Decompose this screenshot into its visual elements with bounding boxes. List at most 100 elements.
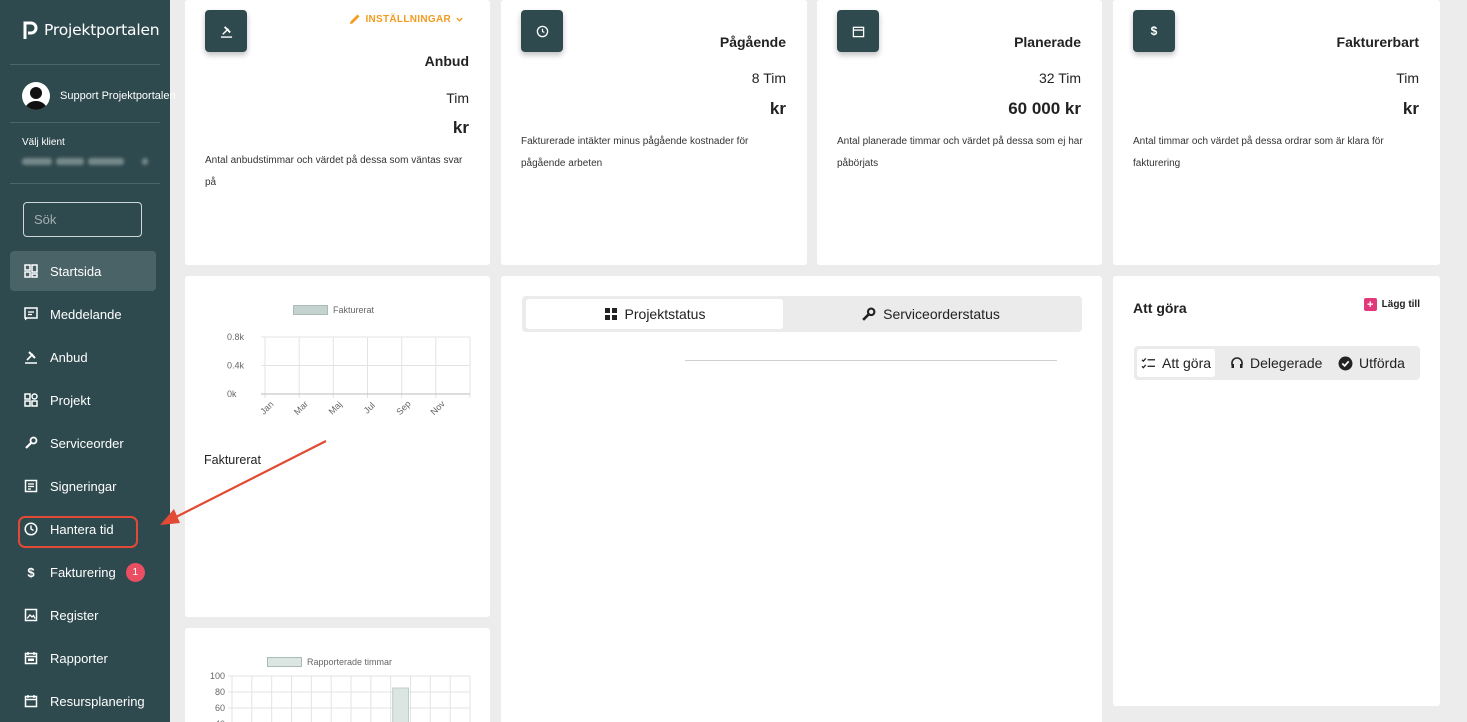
sidebar-nav: Startsida Meddelande Anbud Projekt Servi… [10,251,156,722]
chart-legend: Fakturerat [293,305,374,315]
stat-card-pagaende: Pågående 8 Tim kr Fakturerade intäkter m… [501,0,807,265]
tab-delegerade[interactable]: Delegerade [1226,349,1326,377]
todo-tabs: Att göra Delegerade Utförda [1134,346,1420,380]
tab-label: Serviceorderstatus [883,306,1000,322]
sidebar-item-startsida[interactable]: Startsida [10,251,156,291]
dollar-icon: $ [1133,10,1175,52]
sidebar-item-rapporter[interactable]: Rapporter [10,638,156,678]
image-icon [24,608,38,622]
notification-badge: 1 [125,562,145,582]
wrench-icon [862,307,876,321]
y-tick-label: 0k [227,389,237,399]
y-tick-label: 0.4k [227,361,245,371]
chart-label: Fakturerat [204,453,261,467]
legend-swatch [293,305,328,315]
sidebar-item-label: Anbud [50,349,88,365]
status-tabs: Projektstatus Serviceorderstatus [522,296,1082,332]
sidebar-item-signeringar[interactable]: Signeringar [10,466,156,506]
sidebar-item-register[interactable]: Register [10,595,156,635]
tab-label: Projektstatus [624,306,706,322]
headset-icon [1231,357,1243,368]
grid-icon [24,393,38,407]
calendar-icon [837,10,879,52]
dollar-icon: $ [27,564,35,580]
sidebar-item-label: Resursplanering [50,693,145,709]
settings-button[interactable]: INSTÄLLNINGAR [349,13,464,25]
sidebar-item-label: Startsida [50,263,102,279]
app-logo[interactable]: Projektportalen [22,20,160,40]
legend-label: Fakturerat [333,305,375,315]
hours-chart: 406080100 [210,671,471,722]
user-profile[interactable]: Support Projektportalen [22,82,176,110]
todo-title: Att göra [1133,300,1187,316]
card-title: Anbud [424,53,469,69]
check-circle-icon [1338,356,1353,370]
sidebar-item-projekt[interactable]: Projekt [10,380,156,420]
highlight-annotation [18,516,138,548]
tab-serviceorderstatus[interactable]: Serviceorderstatus [783,299,1078,329]
dashboard-icon [604,308,617,320]
tab-att-gora[interactable]: Att göra [1137,349,1216,377]
sidebar: Projektportalen Support Projektportalen … [0,0,176,722]
tab-label: Att göra [1162,355,1212,371]
tab-projektstatus[interactable]: Projektstatus [526,299,783,329]
tab-utforda[interactable]: Utförda [1334,349,1409,377]
chart-legend: Rapporterade timmar [267,657,392,667]
card-hours: 8 Tim [751,70,786,86]
hours-chart-card: Rapporterade timmar 406080100 [185,628,490,722]
pencil-icon [350,14,360,24]
sidebar-item-label: Projekt [50,392,91,408]
sidebar-item-serviceorder[interactable]: Serviceorder [10,423,156,463]
sidebar-item-anbud[interactable]: Anbud [10,337,156,377]
sidebar-item-meddelande[interactable]: Meddelande [10,294,156,334]
card-hours: Tim [446,90,469,106]
clock-icon [521,10,563,52]
x-tick-label: Nov [429,398,448,417]
y-tick-label: 80 [215,687,225,697]
card-amount: kr [452,118,469,137]
x-tick-label: Jan [258,399,275,416]
gavel-icon [24,350,38,364]
legend-swatch [267,657,302,667]
y-tick-label: 100 [210,671,225,681]
plus-icon: + [1363,298,1377,311]
y-tick-label: 60 [215,703,225,713]
sidebar-item-label: Fakturering [50,564,116,580]
user-name: Support Projektportalen [60,90,176,102]
sidebar-item-label: Serviceorder [50,435,124,451]
calendar-icon [24,651,38,665]
card-hours: 32 Tim [1038,70,1081,86]
sidebar-item-fakturering[interactable]: $ Fakturering 1 [10,552,156,592]
card-description: Antal anbudstimmar och värdet på dessa s… [205,155,463,188]
avatar [22,82,50,110]
client-label: Välj klient [22,137,65,148]
stat-card-fakturerbart: $ Fakturerbart Tim kr Antal timmar och v… [1113,0,1440,265]
card-amount: kr [1402,99,1419,118]
chevron-down-icon [456,17,463,22]
card-title: Pågående [719,34,786,50]
card-title: Fakturerbart [1336,34,1419,50]
gavel-icon [205,10,247,52]
stat-card-planerade: Planerade 32 Tim 60 000 kr Antal planera… [817,0,1102,265]
search-input[interactable] [23,202,142,237]
add-todo-button[interactable]: + Lägg till [1363,298,1420,311]
add-label: Lägg till [1381,299,1420,310]
card-description: Antal timmar och värdet på dessa ordrar … [1133,136,1384,169]
wrench-icon [24,436,38,450]
x-tick-label: Sep [394,399,412,417]
sidebar-item-resursplanering[interactable]: Resursplanering [10,681,156,721]
divider [10,122,160,123]
card-title: Planerade [1014,34,1081,50]
sidebar-item-label: Register [50,607,99,623]
dashboard-icon [24,264,38,278]
sidebar-item-label: Rapporter [50,650,108,666]
card-hours: Tim [1396,70,1419,86]
tab-label: Delegerade [1250,355,1323,371]
logo-icon [23,21,38,39]
app-name: Projektportalen [44,21,160,39]
client-selector[interactable] [22,152,162,165]
divider [685,360,1057,361]
x-tick-label: Jul [362,400,377,415]
message-icon [24,307,38,321]
checklist-icon [1141,357,1155,369]
